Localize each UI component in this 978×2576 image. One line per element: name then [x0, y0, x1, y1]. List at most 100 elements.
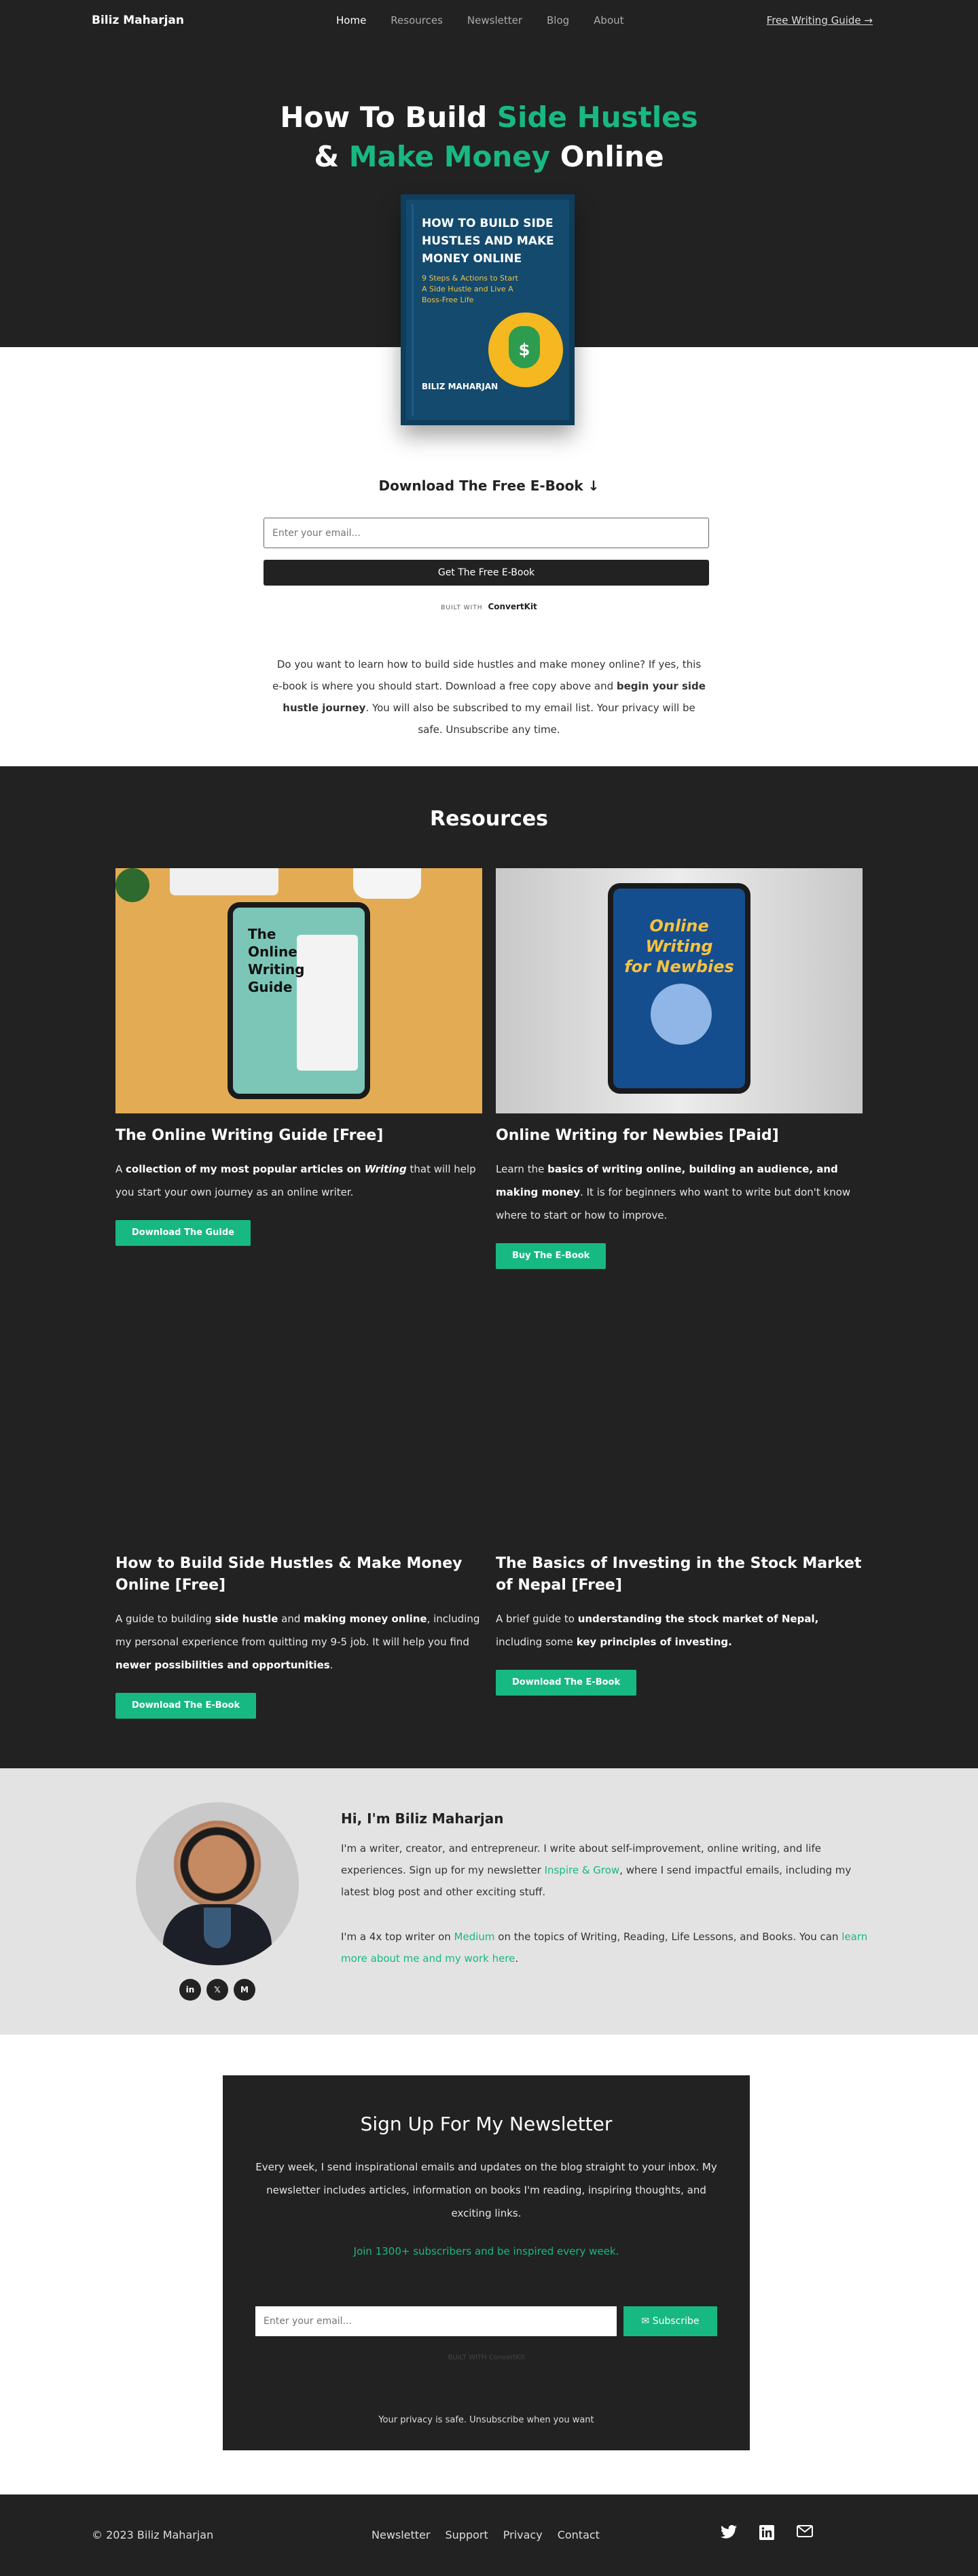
nav-home[interactable]: Home — [336, 14, 366, 26]
main-menu: Home Resources Newsletter Blog About — [336, 14, 624, 26]
ebook-cover: HOW TO BUILD SIDE HUSTLES AND MAKE MONEY… — [401, 194, 575, 425]
hero-title-text: How To Build — [280, 101, 497, 134]
hero-title-text: & — [314, 140, 349, 173]
mail-icon[interactable] — [796, 2525, 814, 2543]
desc-bold: key principles of investing. — [576, 1636, 732, 1648]
card-title[interactable]: The Online Writing Guide [Free] — [115, 1125, 482, 1147]
ebook-cover-subtitle: 9 Steps & Actions to Start A Side Hustle… — [422, 274, 518, 304]
twitter-icon[interactable] — [720, 2525, 738, 2543]
tablet-title-line: for Newbies — [624, 957, 734, 976]
newsletter-email-input[interactable] — [255, 2306, 617, 2336]
ebook-cover-title: HOW TO BUILD SIDE HUSTLES AND MAKE MONEY… — [422, 217, 554, 266]
free-writing-guide-link[interactable]: Free Writing Guide → — [767, 14, 873, 26]
footer-support-link[interactable]: Support — [446, 2528, 488, 2541]
nav-newsletter[interactable]: Newsletter — [467, 14, 522, 26]
newsletter-join-text: Join 1300+ subscribers and be inspired e… — [353, 2245, 619, 2257]
about-paragraph: I'm a writer, creator, and entrepreneur.… — [341, 1838, 871, 1903]
hero-title-text: Online — [550, 140, 664, 173]
top-navbar: Biliz Maharjan Home Resources Newsletter… — [0, 0, 978, 43]
newsletter-signup-box: Sign Up For My Newsletter Every week, I … — [223, 2075, 750, 2450]
desc-text: A — [115, 1163, 126, 1175]
built-with-label: BUILT WITH — [441, 605, 483, 611]
footer-links: Newsletter Support Privacy Contact — [372, 2528, 600, 2541]
inspire-grow-link[interactable]: Inspire & Grow — [545, 1864, 620, 1876]
desc-bold: understanding the stock market of Nepal, — [577, 1613, 819, 1625]
nav-blog[interactable]: Blog — [547, 14, 569, 26]
get-free-ebook-button[interactable]: Get The Free E-Book — [264, 560, 709, 586]
resources-section: Resources The Online Writing Guide Onlin… — [0, 766, 978, 1768]
x-twitter-icon[interactable]: 𝕏 — [206, 1979, 228, 2001]
footer-privacy-link[interactable]: Privacy — [503, 2528, 543, 2541]
about-paragraph: I'm a 4x top writer on Medium on the top… — [341, 1926, 871, 1969]
built-with-convertkit[interactable]: BUILT WITH ConvertKit — [223, 2354, 750, 2361]
about-text: I'm a 4x top writer on — [341, 1931, 454, 1943]
hero-title-highlight: Side Hustles — [496, 101, 698, 134]
desc-text: A brief guide to — [496, 1613, 578, 1625]
desc-text: . — [329, 1659, 333, 1671]
medium-icon[interactable]: M — [234, 1979, 255, 2001]
subscribe-button[interactable]: ✉ Subscribe — [623, 2306, 717, 2336]
footer-newsletter-link[interactable]: Newsletter — [372, 2528, 431, 2541]
newsletter-description: Every week, I send inspirational emails … — [255, 2161, 717, 2219]
card-description: A brief guide to understanding the stock… — [496, 1607, 866, 1653]
footer-social-icons — [720, 2525, 814, 2543]
desc-bold: making money online — [304, 1613, 427, 1625]
hero-title-highlight: Make Money — [348, 140, 551, 173]
nav-resources[interactable]: Resources — [391, 14, 443, 26]
tablet-mockup: Online Writing for Newbies — [608, 883, 750, 1094]
illustration — [651, 984, 712, 1045]
built-with-convertkit[interactable]: BUILT WITH ConvertKit — [0, 602, 978, 611]
optin-title: Download The Free E-Book ↓ — [378, 478, 600, 494]
download-ebook-button[interactable]: Download The E-Book — [496, 1670, 637, 1696]
card-description: A guide to building side hustle and maki… — [115, 1607, 486, 1677]
desc-bold: side hustle — [215, 1613, 278, 1625]
tablet-title: The Online Writing Guide — [248, 926, 305, 995]
about-text: . — [515, 1952, 519, 1965]
download-ebook-button[interactable]: Download The E-Book — [115, 1693, 257, 1719]
tablet-title-line: Online Writing — [645, 916, 713, 956]
card-title[interactable]: Online Writing for Newbies [Paid] — [496, 1125, 863, 1147]
optin-email-input[interactable] — [264, 518, 709, 548]
mouse-decoration — [353, 868, 421, 899]
footer-contact-link[interactable]: Contact — [558, 2528, 600, 2541]
desc-text: including some — [496, 1636, 577, 1648]
desc-text: and — [278, 1613, 304, 1625]
newsletter-title: Sign Up For My Newsletter — [360, 2113, 613, 2135]
card-description: Learn the basics of writing online, buil… — [496, 1158, 866, 1227]
card-title[interactable]: How to Build Side Hustles & Make Money O… — [115, 1553, 482, 1596]
tablet-title: Online Writing for Newbies — [613, 916, 745, 977]
intro-text: . You will also be subscribed to my emai… — [365, 702, 695, 736]
about-text: on the topics of Writing, Reading, Life … — [494, 1931, 842, 1943]
ebook-intro-text: Do you want to learn how to build side h… — [272, 654, 706, 740]
online-writing-newbies-image[interactable]: Online Writing for Newbies — [496, 868, 863, 1113]
linkedin-icon[interactable]: in — [179, 1979, 201, 2001]
buy-ebook-button[interactable]: Buy The E-Book — [496, 1243, 606, 1269]
hero-title: How To Build Side Hustles & Make Money O… — [0, 98, 978, 177]
desc-text: Learn the — [496, 1163, 548, 1175]
money-bag-icon: $ — [488, 312, 563, 387]
avatar — [136, 1802, 299, 1965]
footer: © 2023 Biliz Maharjan Newsletter Support… — [0, 2494, 978, 2576]
about-section: in 𝕏 M Hi, I'm Biliz Maharjan I'm a writ… — [0, 1768, 978, 2035]
about-heading: Hi, I'm Biliz Maharjan — [341, 1810, 504, 1827]
plant-decoration — [115, 868, 149, 902]
medium-link[interactable]: Medium — [454, 1931, 495, 1943]
desc-bold: collection of my most popular articles o… — [126, 1163, 365, 1175]
resources-title: Resources — [429, 807, 549, 831]
copyright: © 2023 Biliz Maharjan — [92, 2528, 214, 2541]
linkedin-icon[interactable] — [758, 2525, 776, 2543]
desc-text: A guide to building — [115, 1613, 215, 1625]
brand-logo[interactable]: Biliz Maharjan — [92, 14, 184, 27]
desc-bold: newer possibilities and opportunities — [115, 1659, 330, 1671]
ebook-cover-author: BILIZ MAHARJAN — [422, 382, 499, 391]
card-description: A collection of my most popular articles… — [115, 1158, 486, 1204]
convertkit-logo: ConvertKit — [488, 602, 537, 611]
tablet-mockup: The Online Writing Guide — [228, 902, 370, 1099]
desc-italic: Writing — [364, 1163, 407, 1175]
privacy-note: Your privacy is safe. Unsubscribe when y… — [378, 2415, 594, 2425]
online-writing-guide-image[interactable]: The Online Writing Guide — [115, 868, 482, 1113]
download-guide-button[interactable]: Download The Guide — [115, 1220, 251, 1246]
card-title[interactable]: The Basics of Investing in the Stock Mar… — [496, 1553, 863, 1596]
keyboard-decoration — [170, 868, 278, 895]
nav-about[interactable]: About — [594, 14, 623, 26]
